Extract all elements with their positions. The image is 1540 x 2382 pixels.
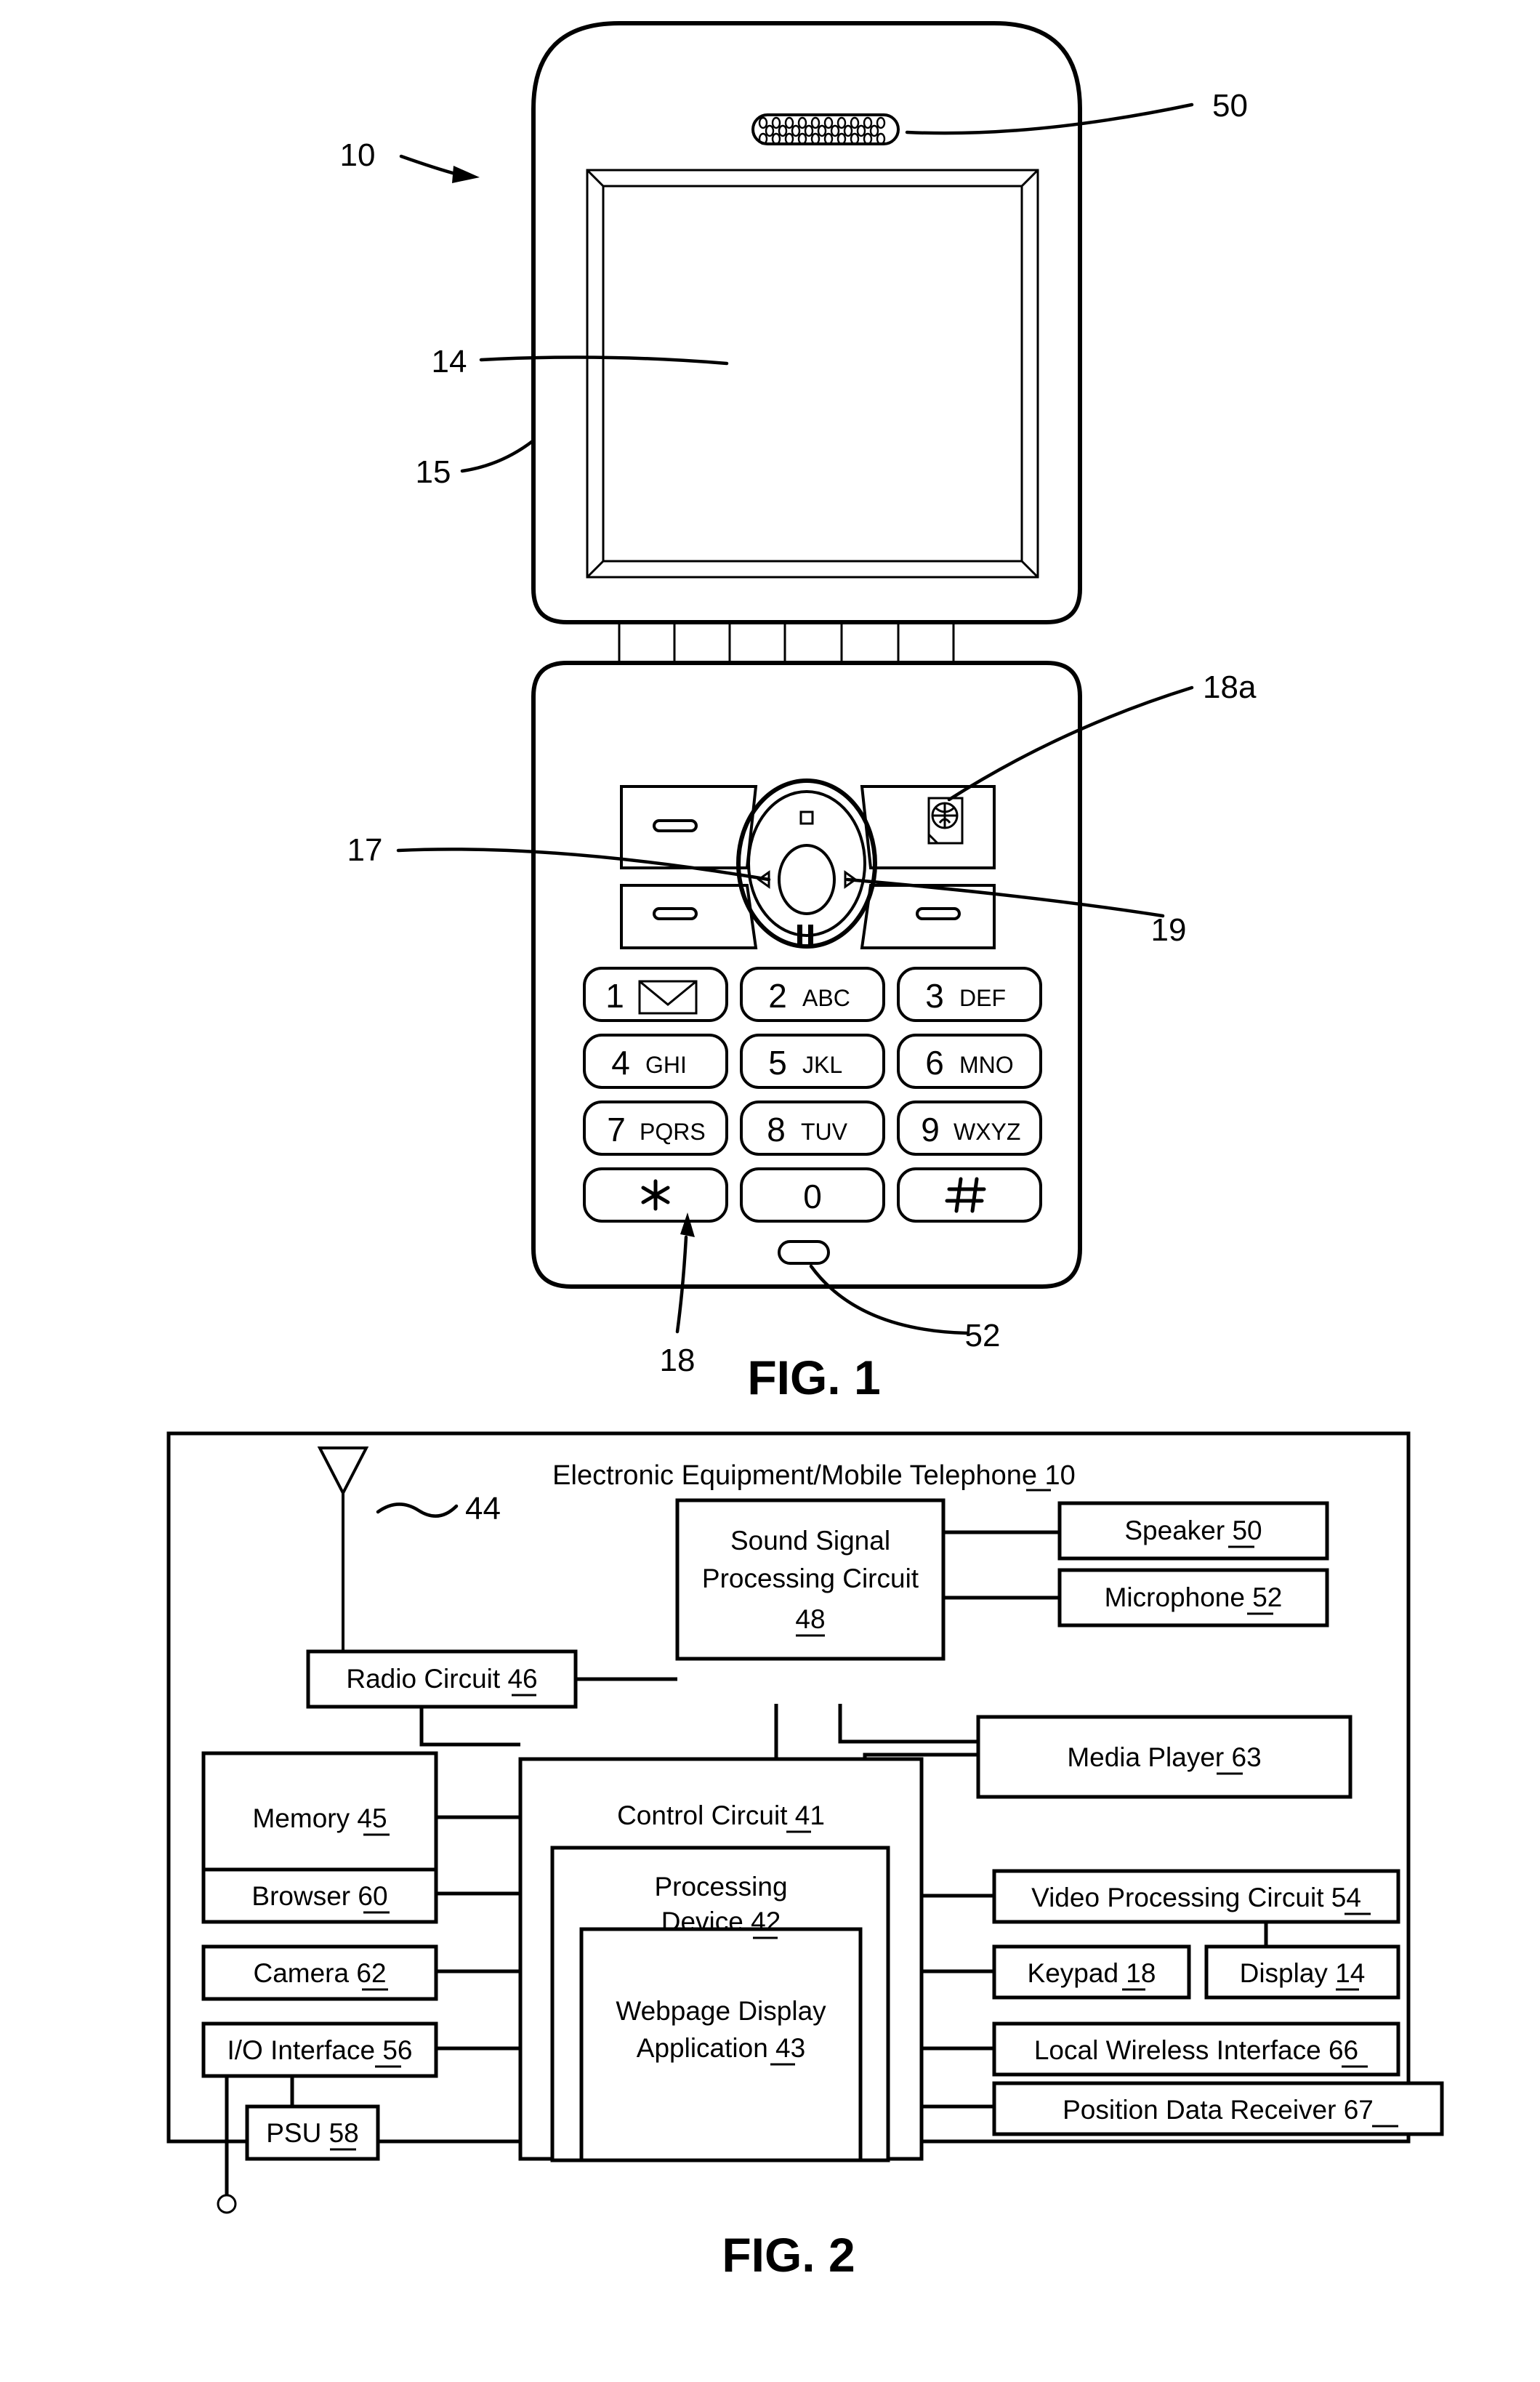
label-memory: Memory 45 — [252, 1803, 387, 1833]
label-local-wireless: Local Wireless Interface 66 — [1034, 2035, 1358, 2065]
keypad-key-7[interactable]: 7 PQRS — [583, 1101, 728, 1156]
key-1-number: 1 — [605, 977, 624, 1015]
key-0-number: 0 — [803, 1178, 822, 1215]
key-5-number: 5 — [768, 1044, 787, 1082]
keypad-key-8[interactable]: 8 TUV — [740, 1101, 885, 1156]
envelope-icon — [638, 980, 698, 1015]
callout-19: 19 — [1151, 912, 1187, 948]
key-3-letters: DEF — [959, 985, 1006, 1011]
key-8-number: 8 — [767, 1111, 786, 1148]
patent-drawing-sheet: 10 50 14 15 18a 17 19 18 52 FIG. 1 1 2 A… — [0, 0, 1540, 2382]
label-speaker: Speaker 50 — [1124, 1516, 1262, 1545]
figure-2-caption: FIG. 2 — [722, 2228, 855, 2282]
key-7-letters: PQRS — [640, 1119, 706, 1145]
key-3-number: 3 — [925, 977, 944, 1015]
callout-44: 44 — [465, 1491, 501, 1526]
callout-17: 17 — [347, 832, 383, 868]
keypad-key-3[interactable]: 3 DEF — [897, 967, 1042, 1022]
label-webapp-line1: Webpage Display — [616, 1996, 826, 2026]
label-camera: Camera 62 — [253, 1958, 386, 1988]
key-7-number: 7 — [607, 1111, 626, 1148]
label-sound-line2: Processing Circuit — [702, 1564, 919, 1593]
keypad-key-4[interactable]: 4 GHI — [583, 1034, 728, 1089]
keypad-key-2[interactable]: 2 ABC — [740, 967, 885, 1022]
keypad-key-asterisk[interactable] — [583, 1167, 728, 1223]
key-6-number: 6 — [925, 1044, 944, 1082]
key-8-letters: TUV — [801, 1119, 848, 1145]
key-2-letters: ABC — [802, 985, 850, 1011]
label-position-data: Position Data Receiver 67 — [1063, 2095, 1374, 2125]
key-2-number: 2 — [768, 977, 787, 1015]
label-sound-line1: Sound Signal — [730, 1526, 890, 1556]
keypad-key-1[interactable]: 1 — [583, 967, 728, 1022]
asterisk-icon — [641, 1179, 670, 1211]
key-9-letters: WXYZ — [954, 1119, 1020, 1145]
label-radio-circuit: Radio Circuit 46 — [346, 1664, 537, 1694]
label-browser: Browser 60 — [251, 1881, 387, 1911]
keypad-key-9[interactable]: 9 WXYZ — [897, 1101, 1042, 1156]
keypad-key-hash[interactable] — [897, 1167, 1042, 1223]
text-layer: 10 50 14 15 18a 17 19 18 52 FIG. 1 1 2 A… — [227, 88, 1398, 2282]
label-psu: PSU 58 — [266, 2118, 359, 2148]
callout-18: 18 — [660, 1343, 696, 1378]
label-processing-line1: Processing — [654, 1872, 787, 1902]
key-9-number: 9 — [921, 1111, 940, 1148]
label-video-processing: Video Processing Circuit 54 — [1031, 1883, 1361, 1912]
key-4-number: 4 — [611, 1044, 630, 1082]
callout-15: 15 — [416, 454, 451, 490]
label-processing-line2: Device 42 — [661, 1907, 781, 1936]
label-webapp-line2: Application 43 — [637, 2033, 805, 2063]
callout-14: 14 — [432, 344, 467, 379]
label-sound-line3: 48 — [795, 1604, 825, 1634]
callout-18a: 18a — [1203, 669, 1257, 705]
label-media-player: Media Player 63 — [1067, 1742, 1261, 1772]
key-4-letters: GHI — [645, 1052, 687, 1078]
figure-2-title: Electronic Equipment/Mobile Telephone 10 — [552, 1460, 1076, 1491]
label-display: Display 14 — [1240, 1958, 1366, 1988]
label-keypad: Keypad 18 — [1028, 1958, 1156, 1988]
keypad-key-0[interactable]: 0 — [740, 1167, 885, 1223]
label-control-circuit: Control Circuit 41 — [617, 1800, 825, 1830]
keypad-key-6[interactable]: 6 MNO — [897, 1034, 1042, 1089]
label-microphone: Microphone 52 — [1105, 1582, 1283, 1612]
label-io-interface: I/O Interface 56 — [227, 2035, 412, 2065]
callout-50: 50 — [1212, 88, 1248, 124]
figure-1-caption: FIG. 1 — [747, 1351, 880, 1404]
callout-52: 52 — [965, 1318, 1001, 1353]
key-6-letters: MNO — [959, 1052, 1014, 1078]
hash-icon — [945, 1177, 986, 1213]
key-5-letters: JKL — [802, 1052, 842, 1078]
keypad-key-5[interactable]: 5 JKL — [740, 1034, 885, 1089]
callout-10: 10 — [340, 137, 376, 173]
